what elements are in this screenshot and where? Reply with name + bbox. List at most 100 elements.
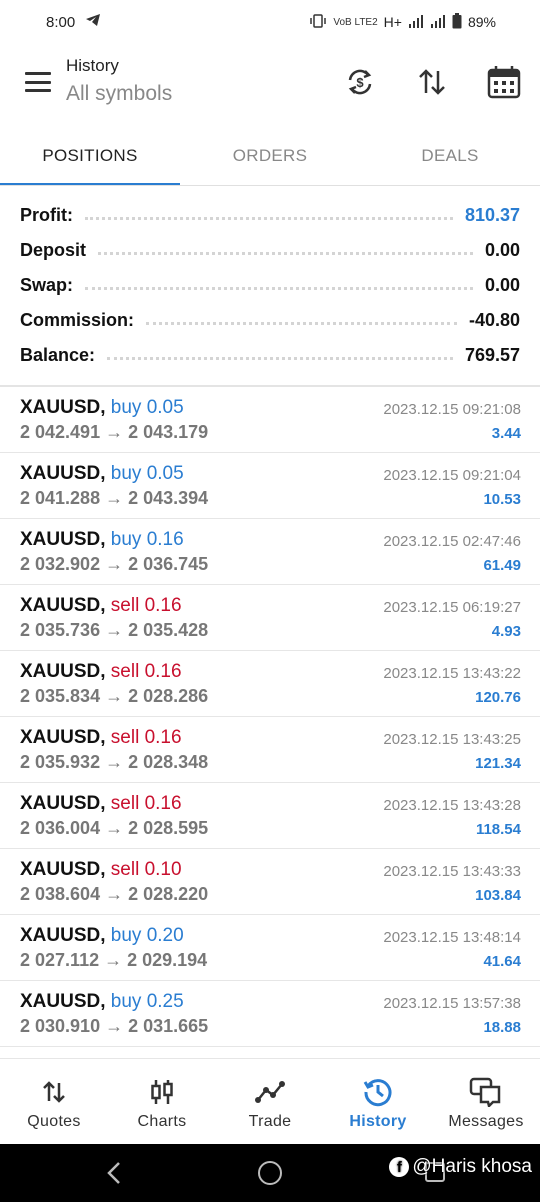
nav-label: Trade [248,1113,292,1130]
system-navigation-bar: f @Haris khosa [0,1144,540,1202]
position-row[interactable]: XAUUSD, sell 0.10 2 038.604 → 2 028.220 … [0,849,540,915]
chat-bubbles-icon [469,1077,503,1107]
network-type-label: H+ [383,14,402,30]
nav-history[interactable]: History [324,1059,432,1144]
position-row[interactable]: XAUUSD, buy 0.05 2 041.288 → 2 043.394 2… [0,453,540,519]
position-row[interactable]: XAUUSD, sell 0.16 2 035.736 → 2 035.428 … [0,585,540,651]
position-row[interactable]: XAUUSD, sell 0.16 2 035.834 → 2 028.286 … [0,651,540,717]
app-header: History All symbols $ [0,52,540,116]
tab-bar: POSITIONS ORDERS DEALS [0,130,540,186]
position-profit: 41.64 [483,953,521,970]
position-prices: 2 036.004 → 2 028.595 [20,818,209,838]
dotted-leader [146,317,457,325]
currency-exchange-icon[interactable]: $ [342,64,378,100]
dotted-leader [107,352,453,360]
nav-trade[interactable]: Trade [216,1059,324,1144]
nav-messages[interactable]: Messages [432,1059,540,1144]
nav-charts[interactable]: Charts [108,1059,216,1144]
position-time: 2023.12.15 13:43:33 [383,863,521,880]
deposit-label: Deposit [20,240,87,260]
swap-label: Swap: [20,275,74,295]
network-lte-label: VoB LTE2 [333,16,378,28]
summary-swap-row: Swap: 0.00 [0,268,540,303]
position-profit: 18.88 [483,1019,521,1036]
position-profit: 118.54 [475,821,521,838]
tab-orders[interactable]: ORDERS [180,130,360,186]
position-symbol: XAUUSD, [20,793,106,814]
position-prices: 2 027.112 → 2 029.194 [20,950,208,970]
bottom-navigation: Quotes Charts Trade History Messages [0,1058,540,1144]
position-side: sell 0.16 [110,727,182,748]
position-prices: 2 035.932 → 2 028.348 [20,752,209,772]
position-side: sell 0.16 [110,595,182,616]
position-side: buy 0.16 [110,529,184,550]
positions-list: XAUUSD, buy 0.05 2 042.491 → 2 043.179 2… [0,387,540,1047]
position-side: sell 0.16 [110,793,182,814]
hamburger-menu-icon[interactable] [25,72,51,92]
position-time: 2023.12.15 06:19:27 [383,599,521,616]
balance-value: 769.57 [464,345,520,365]
position-row[interactable]: XAUUSD, buy 0.20 2 027.112 → 2 029.194 2… [0,915,540,981]
position-time: 2023.12.15 13:57:38 [383,995,521,1012]
signal-icon-1 [408,14,424,31]
position-symbol: XAUUSD, [20,661,106,682]
summary-balance-row: Balance: 769.57 [0,338,540,373]
signal-icon-2 [430,14,446,31]
position-row[interactable]: XAUUSD, buy 0.16 2 032.902 → 2 036.745 2… [0,519,540,585]
position-row[interactable]: XAUUSD, buy 0.05 2 042.491 → 2 043.179 2… [0,387,540,453]
position-row[interactable]: XAUUSD, buy 0.25 2 030.910 → 2 031.665 2… [0,981,540,1047]
swap-value: 0.00 [484,275,520,295]
position-symbol: XAUUSD, [20,727,106,748]
nav-label: Quotes [27,1113,81,1130]
summary-profit-row: Profit: 810.37 [0,198,540,233]
dotted-leader [98,247,473,255]
nav-label: Charts [137,1113,187,1130]
position-side: buy 0.05 [110,397,184,418]
position-row[interactable]: XAUUSD, sell 0.16 2 035.932 → 2 028.348 … [0,717,540,783]
position-row[interactable]: XAUUSD, sell 0.16 2 036.004 → 2 028.595 … [0,783,540,849]
symbol-filter[interactable]: All symbols [66,82,172,106]
commission-label: Commission: [20,310,135,330]
dotted-leader [85,282,473,290]
home-icon[interactable] [258,1161,282,1185]
position-time: 2023.12.15 13:43:28 [383,797,521,814]
commission-value: -40.80 [468,310,520,330]
dotted-leader [85,212,453,220]
status-time: 8:00 [46,13,76,31]
telegram-icon [85,13,101,31]
position-symbol: XAUUSD, [20,595,106,616]
header-titles[interactable]: History All symbols [66,56,172,106]
position-side: buy 0.25 [110,991,184,1012]
position-prices: 2 035.834 → 2 028.286 [20,686,209,706]
history-clock-icon [363,1077,393,1107]
back-icon[interactable] [100,1158,130,1188]
trend-line-icon [255,1077,285,1107]
page-title: History [66,56,119,75]
position-time: 2023.12.15 13:43:25 [383,731,521,748]
candlestick-icon [149,1077,175,1107]
position-time: 2023.12.15 02:47:46 [383,533,521,550]
position-side: buy 0.05 [110,463,184,484]
balance-label: Balance: [20,345,96,365]
battery-percent: 89% [467,14,496,30]
position-profit: 4.93 [491,623,521,640]
summary-panel: Profit: 810.37 Deposit 0.00 Swap: 0.00 C… [0,198,540,373]
position-symbol: XAUUSD, [20,397,106,418]
sort-icon[interactable] [414,64,450,100]
position-profit: 10.53 [483,491,521,508]
quotes-arrows-icon [41,1077,67,1107]
position-symbol: XAUUSD, [20,463,106,484]
profit-value: 810.37 [464,205,520,225]
position-side: sell 0.10 [110,859,182,880]
calendar-icon[interactable] [486,64,522,100]
tab-deals[interactable]: DEALS [360,130,540,186]
nav-label: Messages [448,1113,524,1130]
svg-text:$: $ [356,75,364,90]
position-time: 2023.12.15 13:43:22 [383,665,521,682]
position-symbol: XAUUSD, [20,925,106,946]
position-time: 2023.12.15 13:48:14 [383,929,521,946]
tab-positions[interactable]: POSITIONS [0,130,180,186]
position-profit: 103.84 [475,887,521,904]
nav-quotes[interactable]: Quotes [0,1059,108,1144]
summary-commission-row: Commission: -40.80 [0,303,540,338]
